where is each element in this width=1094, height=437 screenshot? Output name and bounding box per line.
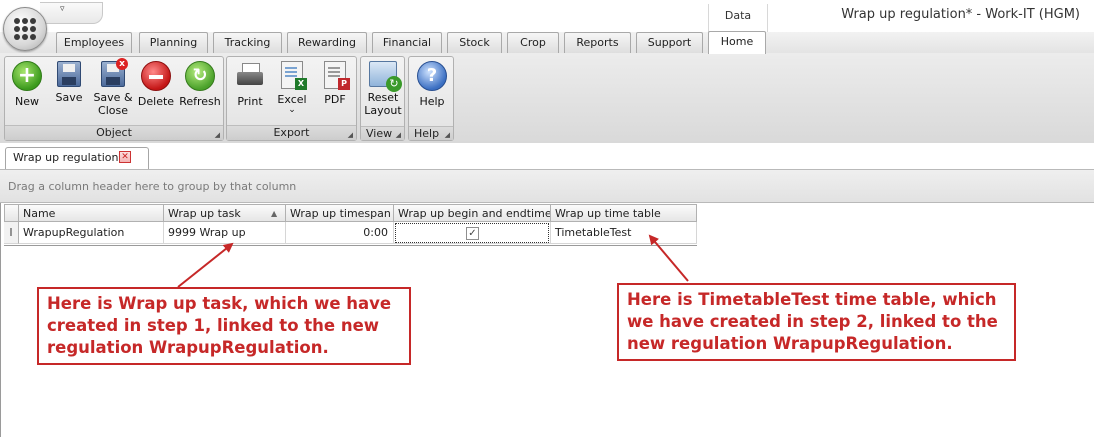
app-grid-icon: [14, 18, 36, 40]
column-header-name[interactable]: Name: [19, 204, 164, 222]
excel-document-icon: X: [281, 61, 307, 90]
save-close-button[interactable]: x Save & Close: [91, 58, 135, 117]
annotation-callout-right: Here is TimetableTest time table, which …: [617, 283, 1016, 361]
sort-ascending-icon: ▲: [271, 209, 278, 218]
dialog-launcher-icon[interactable]: ◢: [348, 131, 353, 139]
excel-button[interactable]: X Excel ⌄: [273, 61, 311, 115]
row-indicator[interactable]: I: [4, 222, 19, 244]
begin-endtime-checkbox[interactable]: ✓: [466, 227, 479, 240]
ribbon-group-object: New Save x Save & Close Delete Refresh O…: [4, 56, 224, 141]
help-button-label: Help: [419, 95, 445, 108]
dialog-launcher-icon[interactable]: ◢: [396, 131, 401, 139]
ribbon-group-export: Print X Excel ⌄ P PDF Export ◢: [226, 56, 357, 141]
save-button-label: Save: [55, 91, 83, 104]
table-cell-name[interactable]: WrapupRegulation: [19, 222, 164, 244]
table-cell-wrap-up-task[interactable]: 9999 Wrap up: [164, 222, 286, 244]
column-header-begin-endtime[interactable]: Wrap up begin and endtime?: [394, 204, 551, 222]
annotation-left-line2: created in step 1, linked to the new: [47, 316, 380, 335]
reset-layout-label-line1: Reset: [367, 91, 399, 104]
save-close-label-line1: Save &: [93, 91, 133, 104]
new-button[interactable]: New: [9, 61, 45, 108]
ribbon-group-view: Reset Layout View ◢: [360, 56, 405, 141]
group-label-object: Object: [5, 125, 223, 140]
print-button-label: Print: [237, 95, 263, 108]
quick-access-dropdown-icon[interactable]: ▿: [60, 4, 65, 14]
ribbon-group-help: Help Help ◢: [408, 56, 454, 141]
annotation-right-line2: we have created in step 2, linked to the: [627, 312, 998, 331]
annotation-right-line1: Here is TimetableTest time table, which: [627, 290, 997, 309]
tab-crop[interactable]: Crop: [507, 32, 559, 53]
tab-stock[interactable]: Stock: [447, 32, 502, 53]
new-button-label: New: [15, 95, 39, 108]
column-header-time-table[interactable]: Wrap up time table: [551, 204, 697, 222]
delete-button[interactable]: Delete: [137, 61, 175, 108]
group-by-hint: Drag a column header here to group by th…: [8, 180, 297, 193]
group-by-panel[interactable]: Drag a column header here to group by th…: [0, 170, 1094, 203]
floppy-disk-close-icon: x: [101, 58, 128, 87]
pdf-document-icon: P: [324, 61, 350, 90]
window-title: Wrap up regulation* - Work-IT (HGM): [841, 7, 1080, 22]
delete-button-label: Delete: [137, 95, 175, 108]
column-header-wrap-up-timespan[interactable]: Wrap up timespan: [286, 204, 394, 222]
pdf-button[interactable]: P PDF: [316, 61, 354, 106]
tab-financial[interactable]: Financial: [372, 32, 442, 53]
plus-circle-icon: [12, 61, 42, 91]
chevron-down-icon: ⌄: [288, 105, 296, 115]
refresh-button[interactable]: Refresh: [178, 61, 222, 108]
tab-employees[interactable]: Employees: [56, 32, 132, 53]
application-menu-button[interactable]: [3, 7, 47, 51]
group-label-export: Export: [227, 125, 356, 140]
reset-layout-label-line2: Layout: [364, 104, 402, 117]
reset-layout-button[interactable]: Reset Layout: [363, 61, 403, 117]
context-tab-group-label: Data: [708, 4, 768, 32]
tab-planning[interactable]: Planning: [139, 32, 208, 53]
refresh-button-label: Refresh: [179, 95, 221, 108]
close-icon[interactable]: ✕: [119, 151, 131, 163]
tab-tracking[interactable]: Tracking: [213, 32, 282, 53]
annotation-left-line3: regulation WrapupRegulation.: [47, 338, 329, 357]
document-tab-strip: [0, 143, 1094, 170]
pdf-button-label: PDF: [324, 93, 346, 106]
dialog-launcher-icon[interactable]: ◢: [215, 131, 220, 139]
dialog-launcher-icon[interactable]: ◢: [445, 131, 450, 139]
refresh-icon: [185, 61, 215, 91]
save-button[interactable]: Save: [51, 61, 87, 104]
tab-support[interactable]: Support: [636, 32, 703, 53]
save-close-label-line2: Close: [98, 104, 128, 117]
reset-layout-icon: [369, 61, 402, 92]
quick-access-toolbar[interactable]: [40, 2, 103, 24]
row-indicator-header: [4, 204, 19, 222]
question-mark-icon: [417, 61, 447, 91]
grid-row-divider: [4, 245, 697, 246]
floppy-disk-icon: [57, 61, 81, 87]
print-button[interactable]: Print: [231, 61, 269, 108]
printer-icon: [235, 61, 265, 91]
tab-home[interactable]: Home: [708, 31, 766, 54]
annotation-right-line3: new regulation WrapupRegulation.: [627, 334, 953, 353]
tab-rewarding[interactable]: Rewarding: [287, 32, 367, 53]
annotation-callout-left: Here is Wrap up task, which we have crea…: [37, 287, 411, 365]
table-cell-timespan[interactable]: 0:00: [286, 222, 394, 244]
tab-reports[interactable]: Reports: [564, 32, 631, 53]
minus-circle-icon: [141, 61, 171, 91]
annotation-left-line1: Here is Wrap up task, which we have: [47, 294, 392, 313]
table-cell-time-table[interactable]: TimetableTest: [551, 222, 697, 244]
help-button[interactable]: Help: [413, 61, 451, 108]
column-header-wrap-up-task[interactable]: Wrap up task: [164, 204, 286, 222]
